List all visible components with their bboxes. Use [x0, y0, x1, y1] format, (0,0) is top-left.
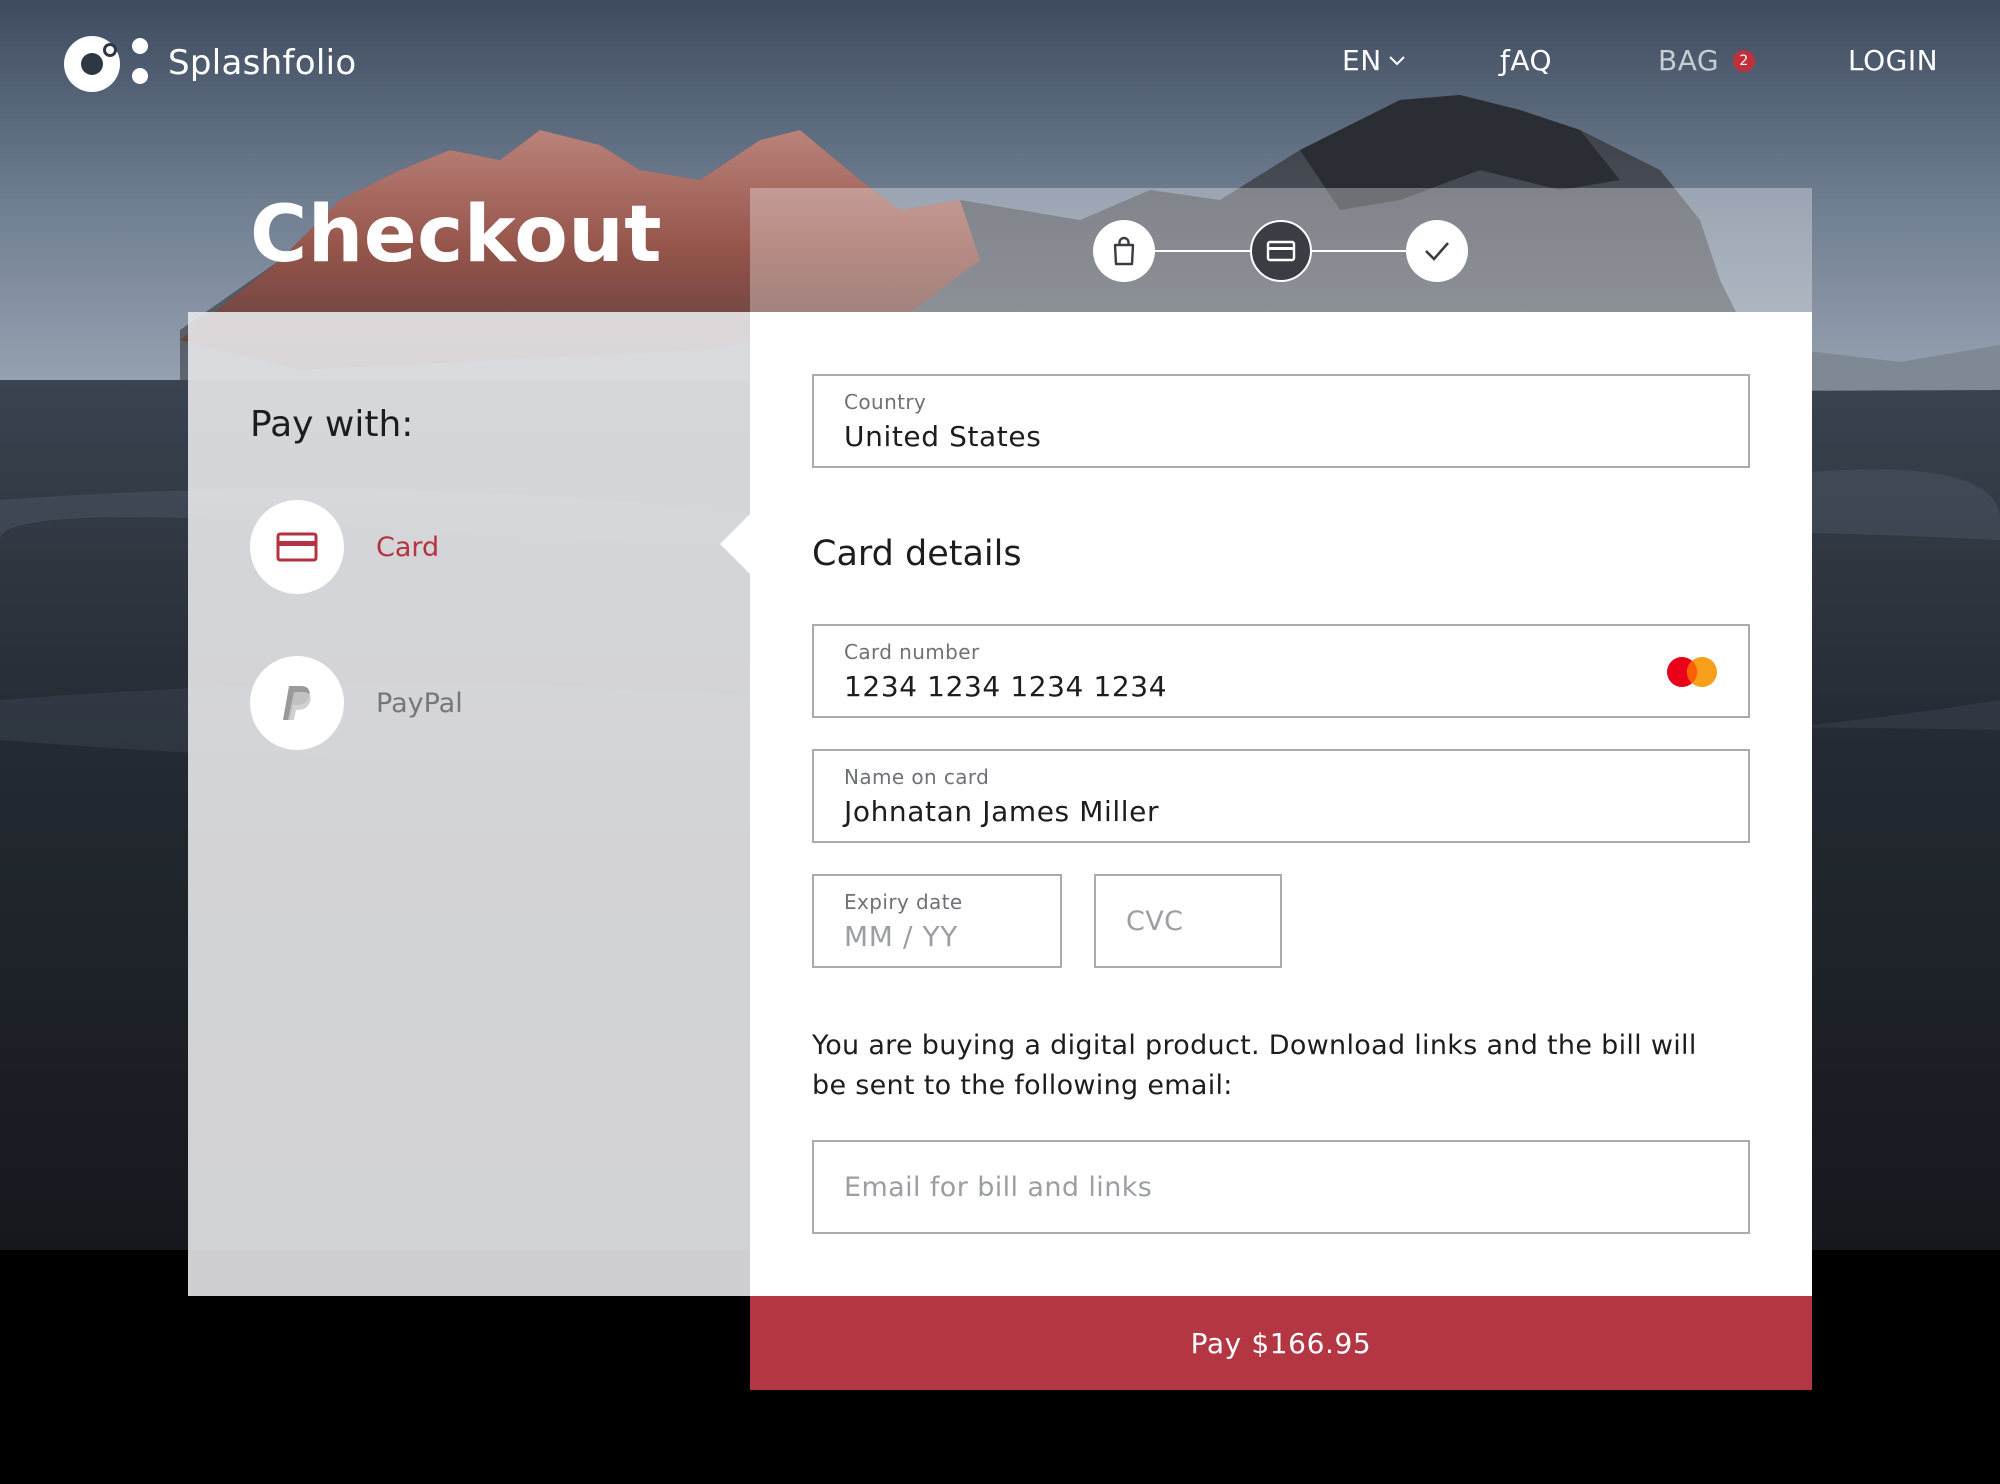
stepper-connector	[1312, 250, 1406, 252]
mastercard-icon	[1667, 657, 1717, 687]
brand-name: Splashfolio	[168, 43, 357, 83]
country-value: United States	[844, 420, 1042, 453]
payment-option-label: PayPal	[376, 687, 463, 719]
name-on-card-field[interactable]: Name on card Johnatan James Miller	[812, 749, 1750, 843]
payment-option-icon-circle	[250, 656, 344, 750]
email-field[interactable]: Email for bill and links	[812, 1140, 1750, 1234]
bag-icon	[1113, 236, 1135, 266]
check-icon	[1425, 242, 1449, 261]
name-on-card-label: Name on card	[844, 765, 990, 789]
step-payment[interactable]	[1250, 220, 1312, 282]
payment-option-paypal[interactable]: PayPal	[250, 656, 463, 750]
bag-count-badge: 2	[1733, 49, 1756, 72]
payment-option-card[interactable]: Card	[250, 500, 439, 594]
expiry-date-field[interactable]: Expiry date MM / YY	[812, 874, 1062, 968]
country-label: Country	[844, 390, 927, 414]
payment-option-label: Card	[376, 531, 440, 563]
cvc-field[interactable]: CVC	[1094, 874, 1282, 968]
nav-login-link[interactable]: LOGIN	[1848, 44, 1938, 77]
email-placeholder: Email for bill and links	[844, 1171, 1153, 1203]
payment-method-panel: Pay with: Card PayPal	[188, 312, 750, 1296]
card-icon	[276, 532, 318, 562]
logo-icon	[62, 32, 154, 94]
name-on-card-value: Johnatan James Miller	[844, 795, 1160, 828]
card-number-label: Card number	[844, 640, 980, 664]
step-bag[interactable]	[1093, 220, 1155, 282]
step-confirmation[interactable]	[1406, 220, 1468, 282]
checkout-stepper	[750, 188, 1812, 312]
login-label: LOGIN	[1848, 44, 1939, 77]
page-title: Checkout	[250, 190, 663, 280]
card-icon	[1266, 240, 1296, 262]
nav-faq-link[interactable]: ƒAQ	[1500, 44, 1552, 77]
language-selector[interactable]: EN	[1342, 44, 1406, 77]
selection-pointer	[720, 514, 750, 574]
card-number-field[interactable]: Card number 1234 1234 1234 1234	[812, 624, 1750, 718]
bag-label: BAG	[1658, 44, 1720, 77]
expiry-date-label: Expiry date	[844, 890, 963, 914]
paypal-icon	[283, 686, 311, 720]
card-form-panel: Country United States Card details Card …	[720, 312, 1812, 1296]
brand-logo[interactable]: Splashfolio	[62, 32, 356, 94]
cvc-placeholder: CVC	[1126, 905, 1184, 937]
expiry-date-placeholder: MM / YY	[844, 920, 958, 953]
country-select[interactable]: Country United States	[812, 374, 1750, 468]
chevron-down-icon	[1388, 55, 1405, 65]
card-details-heading: Card details	[812, 534, 1022, 574]
language-label: EN	[1342, 44, 1382, 77]
digital-product-notice: You are buying a digital product. Downlo…	[812, 1030, 1697, 1101]
payment-option-icon-circle	[250, 500, 344, 594]
faq-label: ƒAQ	[1500, 44, 1553, 77]
pay-with-heading: Pay with:	[250, 404, 414, 445]
pay-button[interactable]: Pay $166.95	[750, 1296, 1812, 1390]
nav-bag-link[interactable]: BAG 2	[1658, 44, 1756, 77]
card-number-value: 1234 1234 1234 1234	[844, 670, 1168, 703]
stepper-connector	[1155, 250, 1250, 252]
